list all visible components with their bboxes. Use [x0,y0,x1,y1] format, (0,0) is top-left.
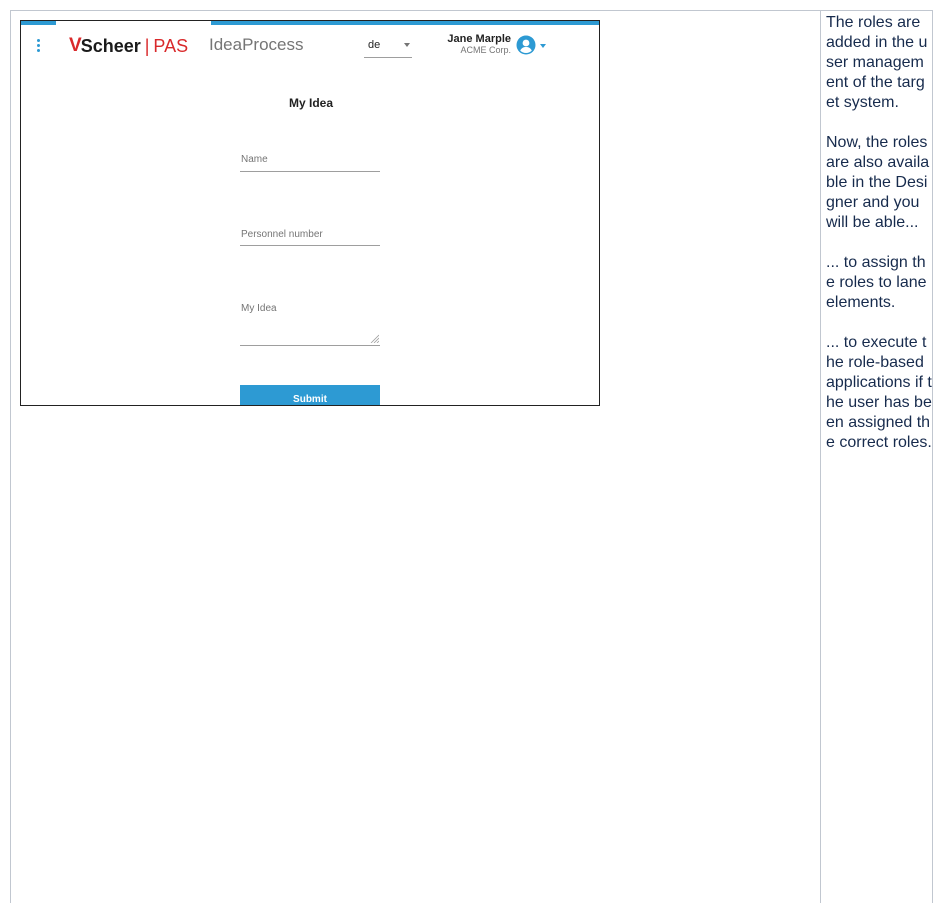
my-idea-label: My Idea [241,303,277,314]
name-field[interactable]: Name [240,151,380,172]
user-menu-chevron-icon[interactable] [540,44,546,48]
personnel-number-field[interactable]: Personnel number [240,227,380,246]
brand-name: Scheer [80,35,141,56]
personnel-number-label: Personnel number [241,229,323,240]
form-title: My Idea [288,96,333,110]
documentation-page: V Scheer | PAS IdeaProcess de Jane Marpl… [0,0,935,903]
language-select[interactable]: de [364,37,412,58]
brand-logo: V Scheer | PAS [69,33,188,59]
language-value: de [368,39,381,51]
app-screenshot: V Scheer | PAS IdeaProcess de Jane Marpl… [20,20,600,406]
user-org: ACME Corp. [460,45,511,55]
user-avatar-icon[interactable] [516,35,536,55]
brand-separator: | [144,35,150,56]
note-paragraph: Now, the roles are also available in the… [826,134,930,231]
submit-button[interactable]: Submit [240,385,380,405]
my-idea-textarea[interactable]: My Idea [240,301,380,346]
kebab-menu-icon[interactable] [33,39,43,55]
note-paragraph: ... to execute the role-based applicatio… [826,334,932,451]
header-accent-left [21,21,56,25]
name-label: Name [241,154,268,165]
note-paragraph: The roles are added in the user manageme… [826,14,928,111]
column-divider [820,10,821,903]
note-paragraph: ... to assign the roles to lane elements… [826,254,927,311]
chevron-down-icon [404,43,410,47]
app-name: IdeaProcess [209,35,304,54]
side-notes: The roles are added in the user manageme… [826,13,932,473]
header-accent-right [211,21,599,25]
user-info[interactable]: Jane Marple ACME Corp. [431,33,511,56]
brand-product: PAS [153,35,189,56]
resize-grip-icon[interactable] [370,334,379,343]
brand-mark: V [69,35,82,56]
user-name: Jane Marple [447,33,511,45]
